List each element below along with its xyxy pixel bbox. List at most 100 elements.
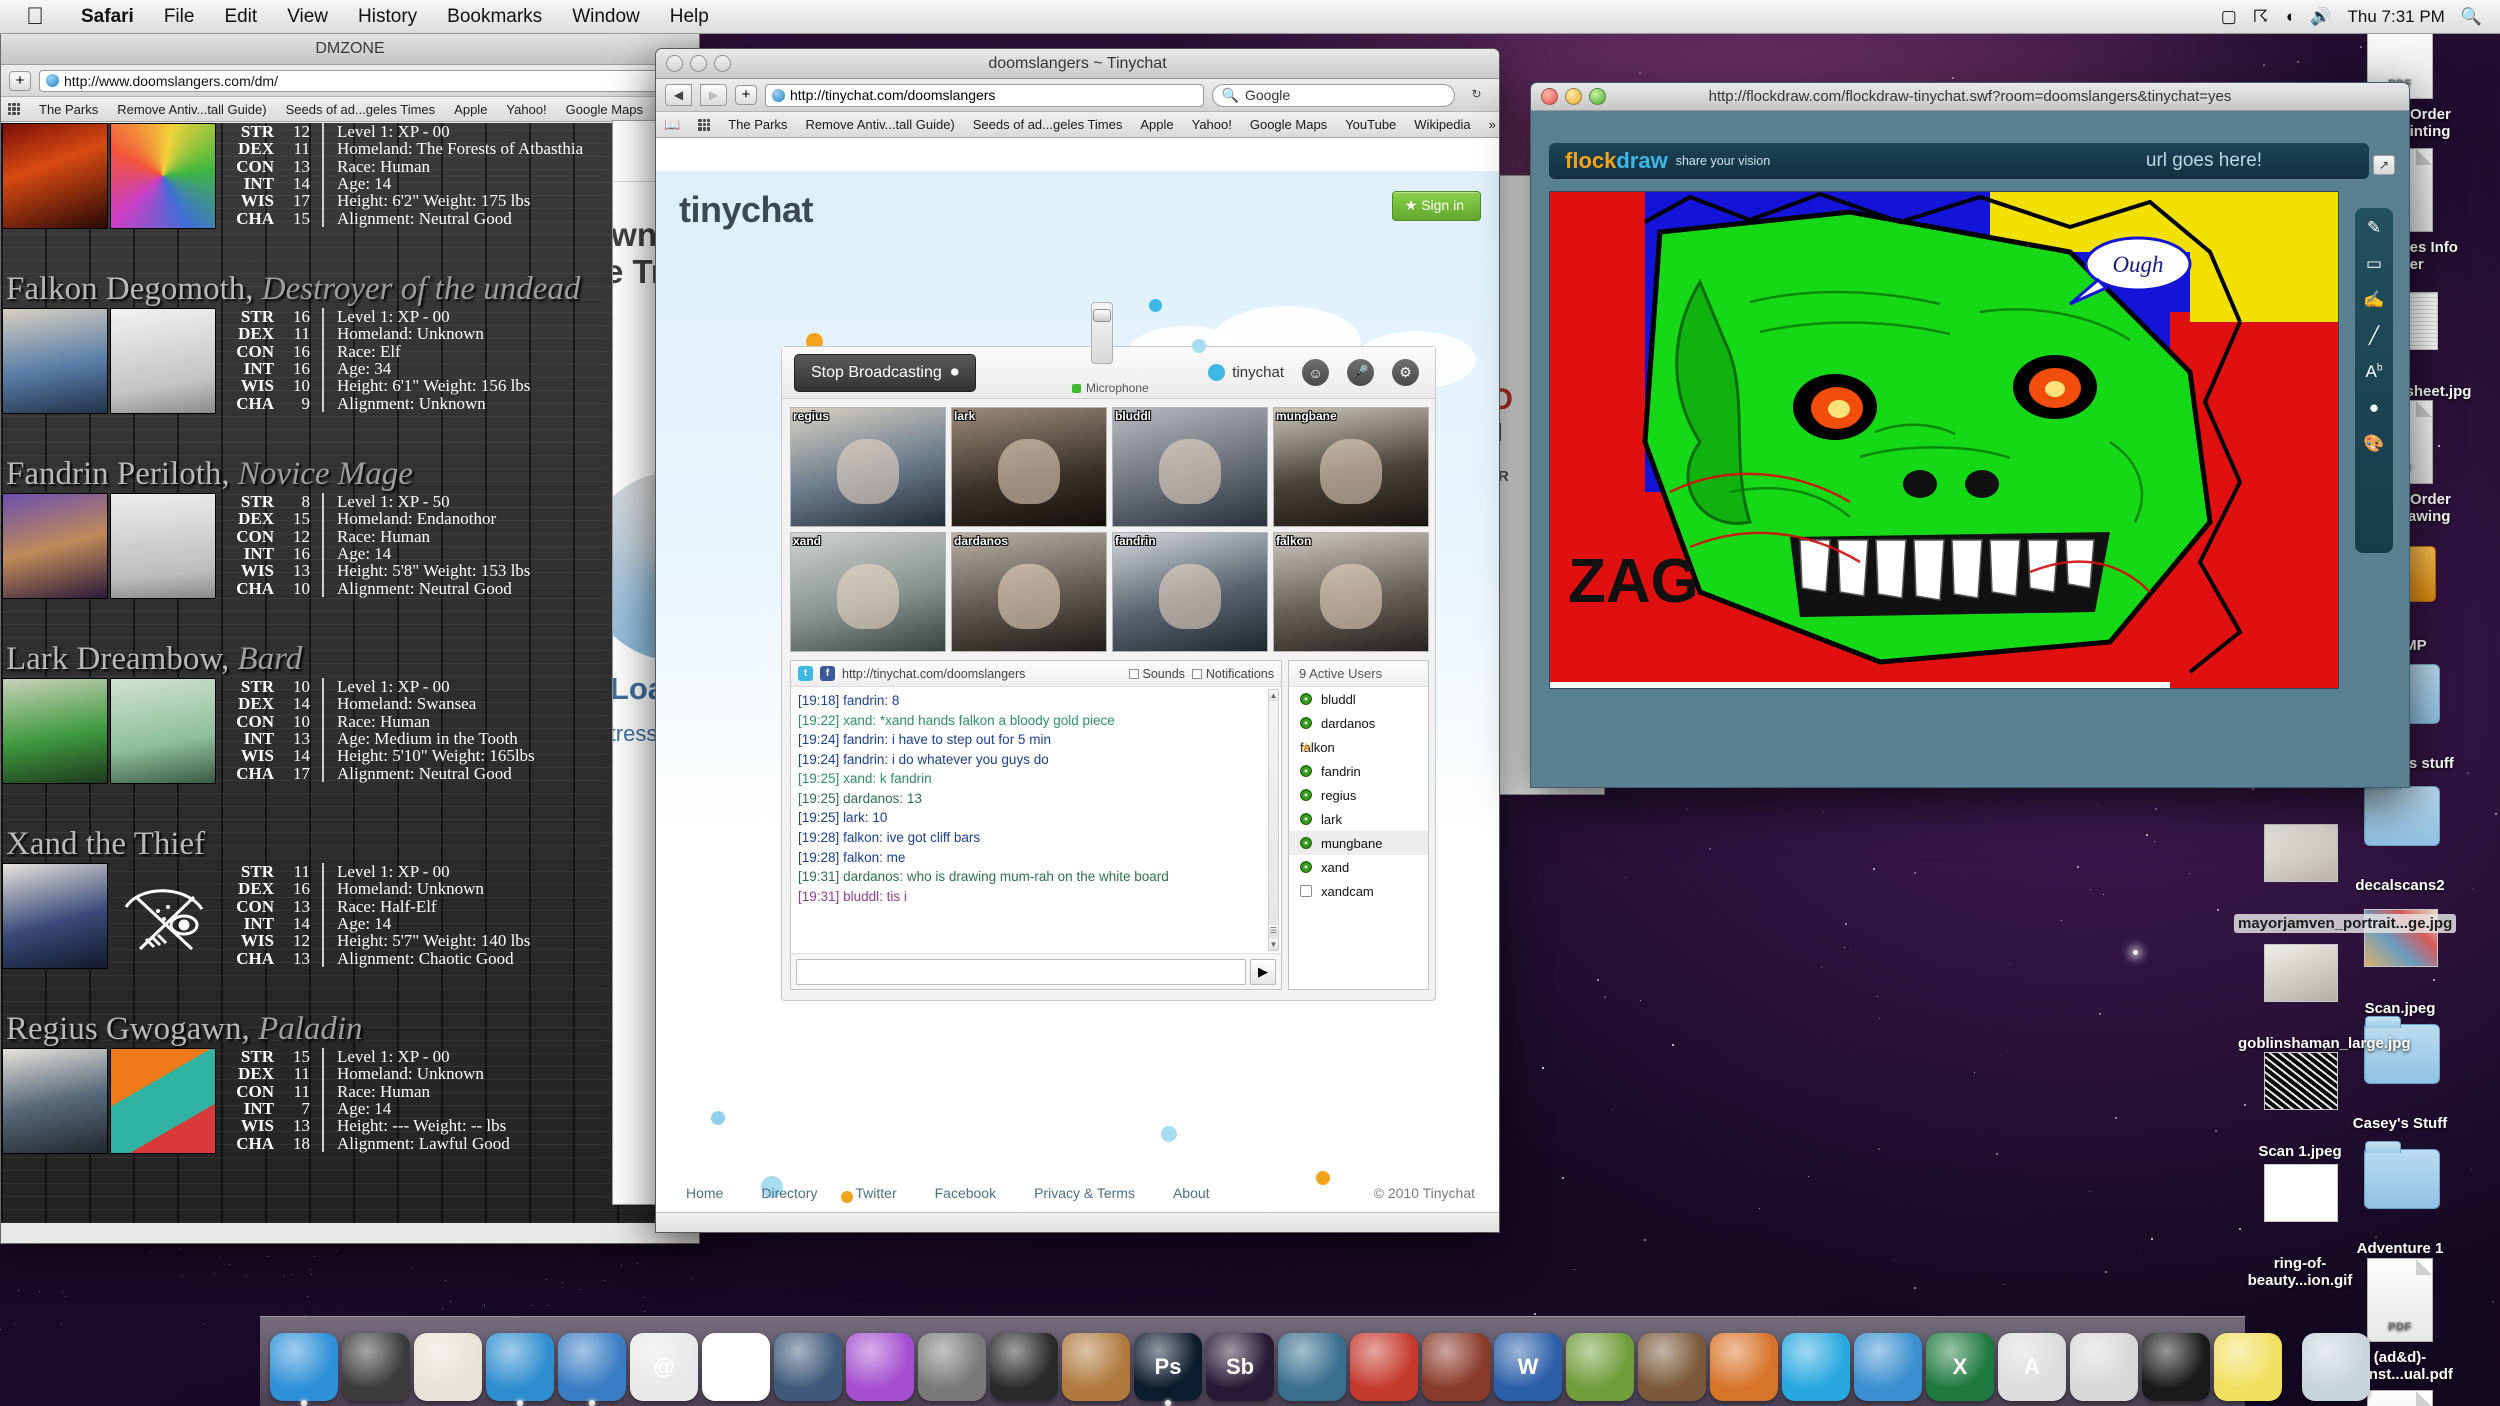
horizontal-scrollbar[interactable] [656, 1212, 1500, 1233]
sounds-checkbox[interactable] [1129, 669, 1139, 679]
tinychat-new-tab-button[interactable]: + [735, 85, 757, 105]
desktop-icon-15[interactable]: ring-of-beauty...ion.gif [2234, 1150, 2366, 1291]
line-icon[interactable]: ╱ [2369, 326, 2379, 346]
safari-window-dmzone[interactable]: DMZONE + http://www.doomslangers.com/dm/… [0, 34, 700, 1244]
dock-item-photobooth[interactable] [774, 1333, 842, 1401]
bookmark-google-maps[interactable]: Google Maps [566, 102, 643, 117]
dock-item-stickies[interactable] [2214, 1333, 2282, 1401]
safari-window-tinychat[interactable]: doomslangers ~ Tinychat ◀ ▶ + http://tin… [655, 48, 1500, 1233]
dock-item-screenflow[interactable] [1350, 1333, 1418, 1401]
flockdraw-titlebar[interactable]: http://flockdraw.com/flockdraw-tinychat.… [1531, 83, 2409, 111]
user-row-regius[interactable]: regius [1289, 783, 1428, 807]
chat-log[interactable]: [19:18] fandrin: 8 [19:22] xand: *xand ha… [791, 687, 1281, 953]
grid-icon[interactable] [8, 103, 20, 115]
checkbox-icon[interactable] [1300, 885, 1312, 897]
dock-item-gimp[interactable] [1638, 1333, 1706, 1401]
bookmark-seeds-of-ad[interactable]: Seeds of ad...geles Times [286, 102, 436, 117]
dock-item-finder[interactable] [270, 1333, 338, 1401]
flockdraw-url-text[interactable]: url goes here! [2039, 150, 2369, 172]
dock-item-downloads[interactable] [1854, 1333, 1922, 1401]
footer-link-privacy[interactable]: Privacy & Terms [1034, 1185, 1135, 1201]
facebook-icon[interactable]: f [820, 666, 835, 681]
tc-bookmark-0[interactable]: The Parks [728, 117, 787, 132]
dock-item-ical[interactable]: 3 [702, 1333, 770, 1401]
dock-item-soundbooth[interactable]: Sb [1206, 1333, 1274, 1401]
camera-cell-falkon[interactable]: falkon [1273, 532, 1429, 652]
desktop-icon-13[interactable]: goblinshaman_large.jpg [2234, 930, 2366, 1053]
text-icon[interactable]: Ab [2366, 362, 2383, 382]
microphone-slider[interactable] [1091, 302, 1113, 364]
menu-item-view[interactable]: View [272, 6, 343, 28]
dock-item-photoshop[interactable]: Ps [1134, 1333, 1202, 1401]
dock-item-time-machine[interactable] [1278, 1333, 1346, 1401]
user-row-xandcam[interactable]: xandcam [1289, 879, 1428, 903]
footer-link-about[interactable]: About [1173, 1185, 1210, 1201]
flockdraw-canvas[interactable]: Ough ZAG [1549, 191, 2339, 689]
chat-scrollbar[interactable]: ▲ ☰ ▼ [1268, 689, 1279, 951]
footer-link-twitter[interactable]: Twitter [855, 1185, 896, 1201]
dock-item-skype[interactable] [1782, 1333, 1850, 1401]
scroll-down-icon[interactable]: ▼ [1269, 939, 1278, 950]
tc-bookmark-1[interactable]: Remove Antiv...tall Guide) [805, 117, 954, 132]
chat-url[interactable]: http://tinychat.com/doomslangers [842, 667, 1025, 681]
gear-icon[interactable]: ⚙ [1392, 359, 1419, 386]
eraser-icon[interactable]: ▭ [2366, 254, 2382, 274]
notifications-toggle[interactable]: Notifications [1192, 667, 1274, 681]
dock-item-music[interactable] [2142, 1333, 2210, 1401]
send-icon[interactable]: ▶ [1250, 959, 1276, 985]
tc-bookmark-6[interactable]: YouTube [1345, 117, 1396, 132]
camera-cell-regius[interactable]: regius [790, 407, 946, 527]
apple-menu-icon[interactable]:  [26, 5, 44, 29]
smiley-icon[interactable]: ☺ [1302, 359, 1329, 386]
dock-item-camera[interactable] [918, 1333, 986, 1401]
search-field[interactable]: 🔍 Google [1212, 84, 1455, 107]
menu-item-help[interactable]: Help [655, 6, 724, 28]
tc-bookmark-5[interactable]: Google Maps [1250, 117, 1327, 132]
size-icon[interactable]: ● [2369, 398, 2379, 418]
pencil-icon[interactable]: ✎ [2367, 218, 2381, 238]
stop-broadcasting-button[interactable]: Stop Broadcasting ⏺ [794, 354, 976, 392]
tinychat-grid-icon[interactable] [698, 119, 710, 131]
tc-bookmark-3[interactable]: Apple [1140, 117, 1173, 132]
user-row-bluddl[interactable]: bluddl [1289, 687, 1428, 711]
tc-bookmark-4[interactable]: Yahoo! [1192, 117, 1232, 132]
tinychat-app[interactable]: Stop Broadcasting ⏺ Microphone tinychat [781, 346, 1436, 1001]
menu-item-edit[interactable]: Edit [209, 6, 272, 28]
dock-item-dashboard[interactable] [342, 1333, 410, 1401]
new-tab-button[interactable]: + [9, 71, 31, 91]
dock-item-word[interactable]: W [1494, 1333, 1562, 1401]
camera-cell-fandrin[interactable]: fandrin [1112, 532, 1268, 652]
book-icon[interactable]: 📖 [664, 117, 680, 133]
camera-cell-mungbane[interactable]: mungbane [1273, 407, 1429, 527]
bookmark-apple[interactable]: Apple [454, 102, 487, 117]
tinychat-url-field[interactable]: http://tinychat.com/doomslangers [765, 84, 1204, 107]
reload-icon[interactable]: ↻ [1463, 84, 1490, 106]
dock-item-garageband[interactable] [1062, 1333, 1130, 1401]
camera-cell-dardanos[interactable]: dardanos [951, 532, 1107, 652]
user-row-xand[interactable]: xand [1289, 855, 1428, 879]
user-row-falkon[interactable]: ★ falkon [1289, 735, 1428, 759]
desktop-icon-14[interactable]: Scan 1.jpeg [2234, 1038, 2366, 1161]
user-row-lark[interactable]: lark [1289, 807, 1428, 831]
flockdraw-toolbar[interactable]: ✎ ▭ ✍ ╱ Ab ● 🎨 [2355, 208, 2393, 553]
dock-item-paint[interactable] [414, 1333, 482, 1401]
chat-input[interactable] [796, 959, 1246, 985]
user-row-dardanos[interactable]: dardanos [1289, 711, 1428, 735]
dock-item-ichat[interactable] [558, 1333, 626, 1401]
dock-item-firefox[interactable] [1710, 1333, 1778, 1401]
notifications-checkbox[interactable] [1192, 669, 1202, 679]
dock-item-excel[interactable]: X [1926, 1333, 1994, 1401]
microphone-icon[interactable]: 🎤 [1347, 359, 1374, 386]
back-button[interactable]: ◀ [665, 84, 692, 106]
dock-item-trash[interactable] [2302, 1333, 2370, 1401]
chat-input-row[interactable]: ▶ [791, 953, 1281, 989]
bookmark-the-parks[interactable]: The Parks [39, 102, 98, 117]
sounds-toggle[interactable]: Sounds [1129, 667, 1185, 681]
user-row-fandrin[interactable]: fandrin [1289, 759, 1428, 783]
footer-link-directory[interactable]: Directory [761, 1185, 817, 1201]
scroll-thumb[interactable]: ☰ [1269, 925, 1278, 936]
desktop-icon-12[interactable]: mayorjamven_portrait...ge.jpg [2234, 810, 2366, 933]
flockdraw-window[interactable]: http://flockdraw.com/flockdraw-tinychat.… [1530, 82, 2410, 788]
fill-icon[interactable]: ✍ [2363, 290, 2384, 310]
bluetooth-icon[interactable]: ☈ [2253, 7, 2268, 27]
